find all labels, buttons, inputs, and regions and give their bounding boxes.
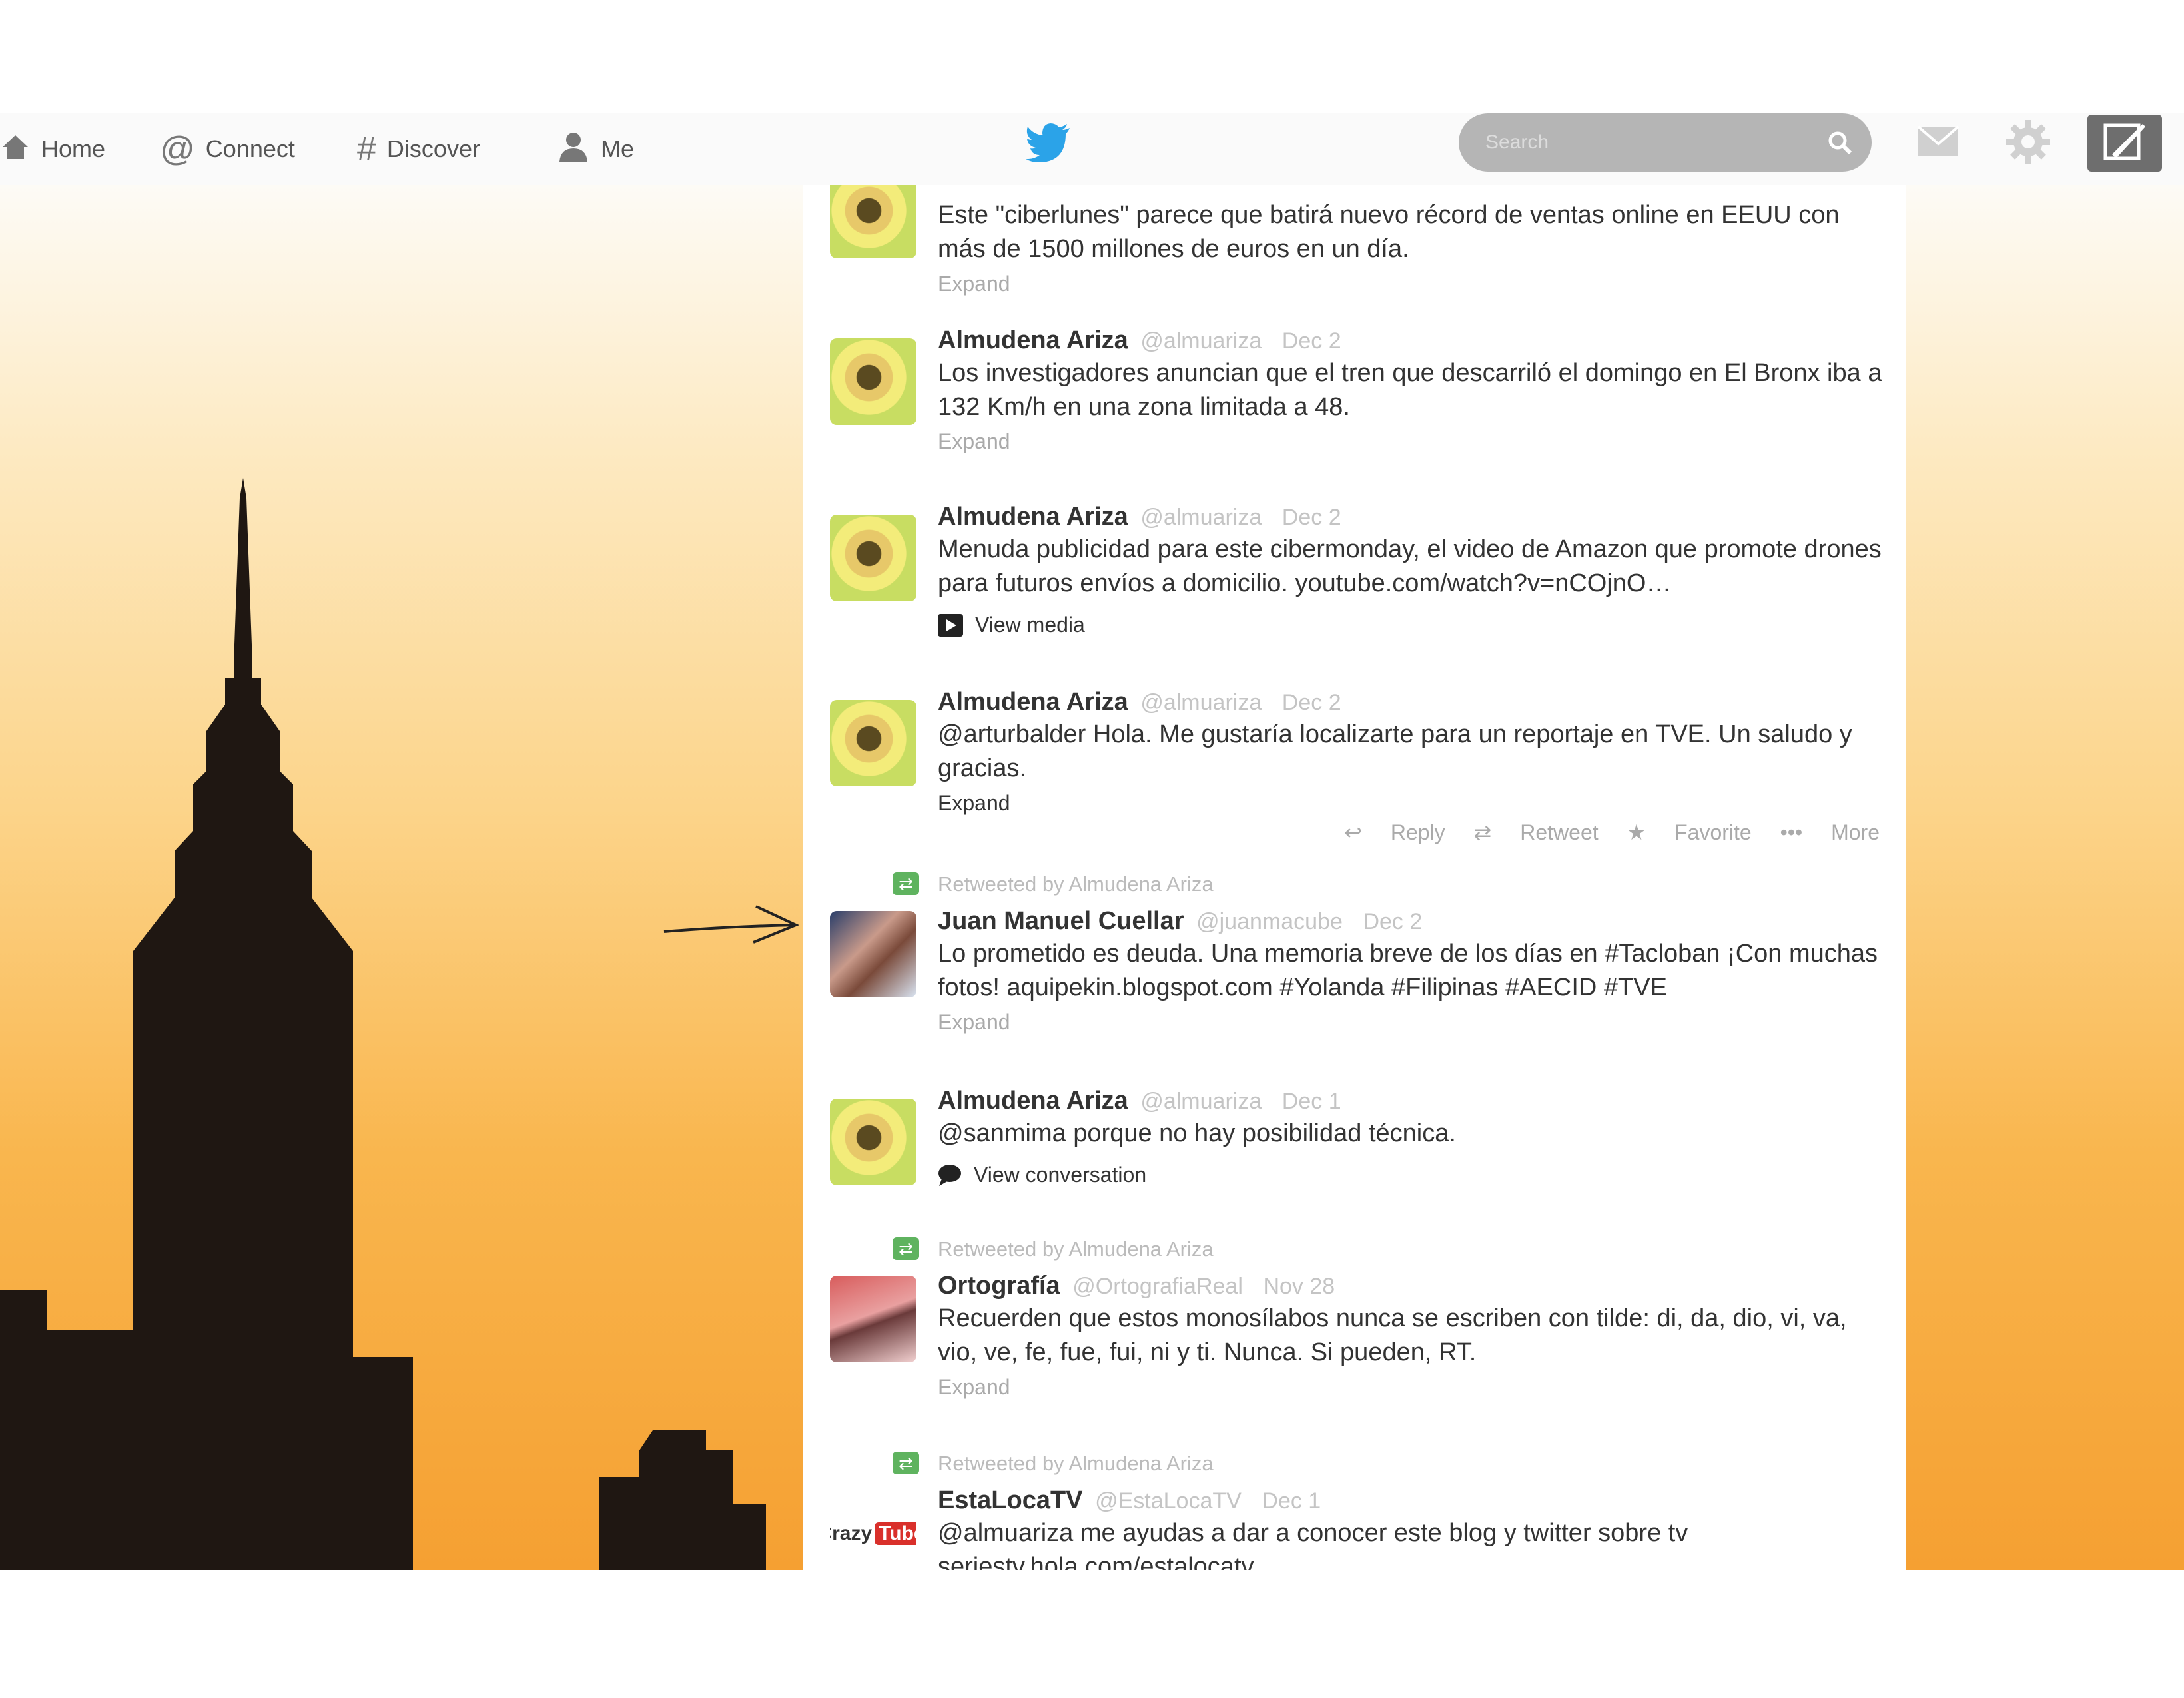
tweet-text: Lo prometido es deuda. Una memoria breve… [938,940,1878,1001]
avatar[interactable] [830,911,916,997]
expand-link[interactable]: Expand [938,791,1884,816]
retweeted-by-label[interactable]: Retweeted by Almudena Ariza [938,1237,1214,1261]
tweet-actions: ↩ Reply ⇄ Retweet ★ Favorite ••• More [1321,820,1880,845]
search-icon[interactable] [1826,129,1853,159]
tweet-author-handle[interactable]: @EstaLocaTV [1095,1488,1242,1514]
play-media-icon [938,613,963,637]
tweet-timestamp[interactable]: Dec 2 [1282,505,1341,530]
hashtag-icon: # [357,130,376,168]
tweet-author-handle[interactable]: @almuariza [1140,690,1262,715]
view-conversation-label: View conversation [974,1163,1147,1187]
skyline-silhouette [0,478,766,1570]
tweet-author-name[interactable]: Almudena Ariza [938,1087,1128,1115]
view-media-link[interactable]: View media [938,613,1884,637]
tweet-author-name[interactable]: Almudena Ariza [938,688,1128,716]
nav-me-label: Me [601,135,635,162]
speech-bubble-icon [938,1164,962,1187]
tweet-author-handle[interactable]: @OrtografiaReal [1072,1274,1243,1299]
tweet-author-name[interactable]: Almudena Ariza [938,503,1128,531]
tweet-timestamp[interactable]: Dec 2 [1282,328,1341,354]
nav-me[interactable]: Me [557,113,634,185]
avatar[interactable] [830,338,916,425]
envelope-icon[interactable] [1917,124,1960,162]
avatar[interactable] [830,1099,916,1185]
tweet-text: Recuerden que estos monosílabos nunca se… [938,1304,1847,1366]
expand-link[interactable]: Expand [938,272,1884,296]
retweet-icon: ⇄ [893,872,919,895]
retweet-icon: ⇄ [893,1452,919,1474]
nav-home-label: Home [41,135,106,162]
tweet-author-name[interactable]: Almudena Ariza [938,326,1128,354]
expand-link[interactable]: Expand [938,429,1884,454]
retweeted-by-label[interactable]: Retweeted by Almudena Ariza [938,1452,1214,1476]
expand-link[interactable]: Expand [938,1010,1884,1035]
twitter-bird-icon[interactable] [1026,123,1072,163]
home-icon [0,131,31,168]
tweet-author-name[interactable]: Juan Manuel Cuellar [938,907,1184,935]
retweet-label: Retweet [1520,820,1599,844]
avatar[interactable] [830,515,916,601]
avatar[interactable]: CrazyTube [830,1490,916,1570]
tweet-text: @sanmima porque no hay posibilidad técni… [938,1119,1456,1147]
nav-connect-label: Connect [205,135,295,162]
expand-link[interactable]: Expand [938,1375,1884,1400]
tweet-text: Menuda publicidad para este cibermonday,… [938,535,1882,597]
retweeted-by-label[interactable]: Retweeted by Almudena Ariza [938,872,1214,896]
retweet-icon: ⇄ [893,1237,919,1260]
tweet-timestamp[interactable]: Dec 1 [1282,1089,1341,1114]
view-conversation-link[interactable]: View conversation [938,1163,1884,1187]
tweet-timestamp[interactable]: Dec 2 [1363,909,1422,934]
search-input[interactable] [1459,113,1872,172]
reply-button[interactable]: ↩ Reply [1344,820,1445,844]
profile-background-image [0,185,803,1570]
avatar[interactable] [830,185,916,258]
tweet-text: Este "ciberlunes" parece que batirá nuev… [938,201,1840,263]
reply-label: Reply [1390,820,1445,844]
retweet-button[interactable]: ⇄ Retweet [1474,820,1599,844]
view-media-label: View media [975,613,1085,637]
nav-connect[interactable]: @ Connect [160,113,295,185]
nav-discover[interactable]: # Discover [357,113,480,185]
tweet-author-name[interactable]: EstaLocaTV [938,1486,1083,1514]
avatar[interactable] [830,1276,916,1362]
favorite-button[interactable]: ★ Favorite [1627,820,1752,844]
tweet-text: @arturbalder Hola. Me gustaría localizar… [938,720,1852,782]
more-button[interactable]: ••• More [1780,820,1880,844]
tweet-timestamp[interactable]: Nov 28 [1263,1274,1335,1299]
tweet-text: Los investigadores anuncian que el tren … [938,359,1882,421]
tweet-author-handle[interactable]: @almuariza [1140,505,1262,530]
gear-icon[interactable] [2005,119,2051,168]
person-icon [557,130,590,169]
avatar-logo-text: Crazy [830,1522,873,1544]
avatar[interactable] [830,700,916,786]
avatar-logo-badge: Tube [875,1522,916,1545]
at-sign-icon: @ [160,130,195,168]
tweet-author-handle[interactable]: @almuariza [1140,1089,1262,1114]
tweet-timestamp[interactable]: Dec 2 [1282,690,1341,715]
tweet-author-name[interactable]: Ortografía [938,1272,1060,1300]
annotation-arrow [663,901,803,951]
compose-quill-icon [2101,120,2148,167]
profile-background-right [1906,185,2184,1570]
tweet-timestamp[interactable]: Dec 1 [1262,1488,1321,1514]
favorite-label: Favorite [1674,820,1752,844]
tweet-author-handle[interactable]: @juanmacube [1196,909,1343,934]
nav-discover-label: Discover [386,135,480,162]
compose-button[interactable] [2087,115,2162,172]
tweet-timeline[interactable]: Este "ciberlunes" parece que batirá nuev… [803,185,1906,1570]
tweet-author-handle[interactable]: @almuariza [1140,328,1262,354]
tweet-text: @almuariza me ayudas a dar a conocer est… [938,1519,1688,1570]
nav-home[interactable]: Home [0,113,105,185]
more-label: More [1831,820,1880,844]
